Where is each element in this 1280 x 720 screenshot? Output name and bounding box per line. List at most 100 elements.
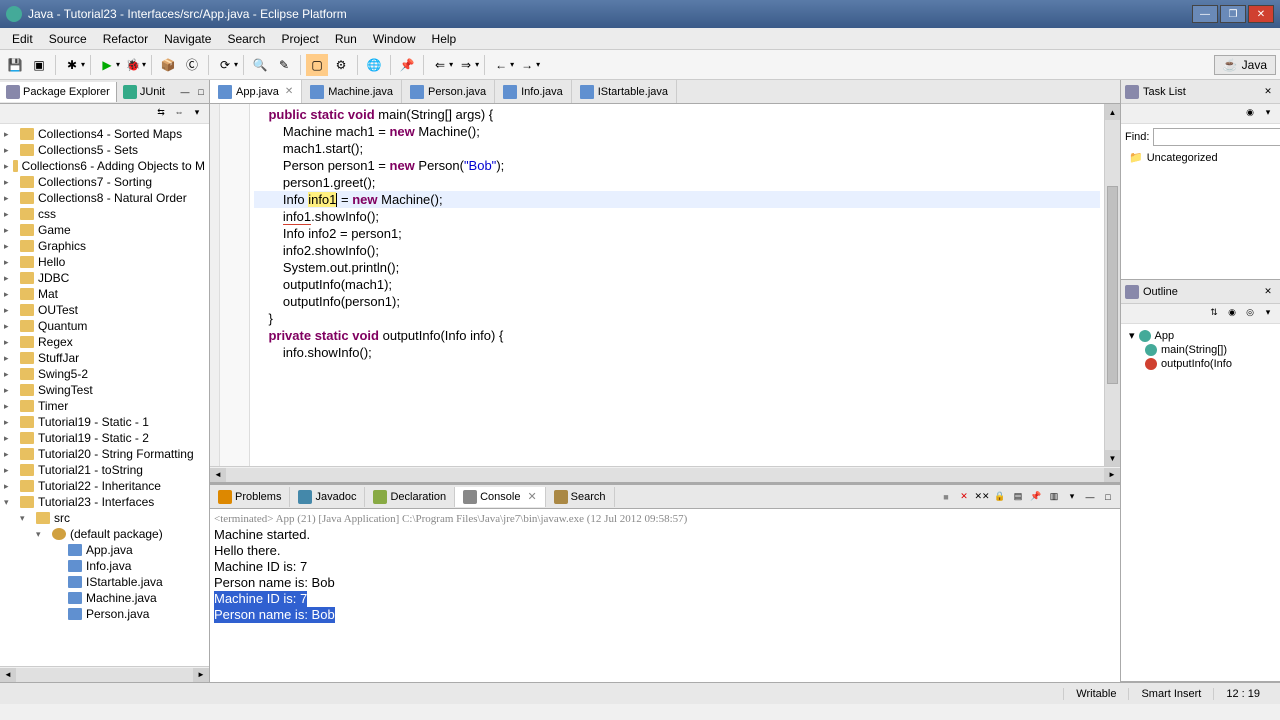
tree-item[interactable]: ▾src	[0, 510, 209, 526]
tree-item[interactable]: Machine.java	[0, 590, 209, 606]
editor-hscrollbar[interactable]: ◄►	[210, 466, 1120, 482]
bottom-tab-console[interactable]: Console✕	[455, 487, 546, 507]
outline-sort-icon[interactable]: ⇅	[1206, 304, 1222, 320]
tree-item[interactable]: ▸Collections4 - Sorted Maps	[0, 126, 209, 142]
tree-item[interactable]: IStartable.java	[0, 574, 209, 590]
menu-refactor[interactable]: Refactor	[95, 30, 156, 48]
perspective-java[interactable]: ☕ Java	[1214, 55, 1276, 75]
tab-package-explorer[interactable]: Package Explorer	[0, 82, 117, 102]
tree-item[interactable]: ▸Collections6 - Adding Objects to M	[0, 158, 209, 174]
remove-all-icon[interactable]: ✕✕	[974, 489, 990, 505]
tree-item[interactable]: ▸Tutorial19 - Static - 1	[0, 414, 209, 430]
editor-tab[interactable]: Info.java	[495, 80, 572, 103]
tab-junit[interactable]: JUnit	[117, 82, 171, 102]
close-button[interactable]: ✕	[1248, 5, 1274, 23]
outline-filter-icon[interactable]: ◉	[1224, 304, 1240, 320]
minimize-button[interactable]: —	[1192, 5, 1218, 23]
tree-item[interactable]: ▸Collections5 - Sets	[0, 142, 209, 158]
nav-fwd-icon[interactable]: ⇒	[455, 54, 477, 76]
menu-navigate[interactable]: Navigate	[156, 30, 219, 48]
bottom-tab-problems[interactable]: Problems	[210, 487, 290, 507]
save-all-icon[interactable]: ▣	[28, 54, 50, 76]
globe-icon[interactable]: 🌐	[363, 54, 385, 76]
tasklist-tb2[interactable]: ▾	[1260, 104, 1276, 120]
tree-item[interactable]: Person.java	[0, 606, 209, 622]
tree-item[interactable]: ▾(default package)	[0, 526, 209, 542]
maximize-button[interactable]: ❐	[1220, 5, 1246, 23]
editor-tab[interactable]: App.java✕	[210, 80, 302, 103]
menu-window[interactable]: Window	[365, 30, 424, 48]
back-icon[interactable]: ←	[490, 54, 512, 76]
close-tasklist-icon[interactable]: ✕	[1260, 84, 1276, 100]
vscrollbar[interactable]: ▲ ▼	[1104, 104, 1120, 466]
tree-item[interactable]: ▸Quantum	[0, 318, 209, 334]
tree-item[interactable]: ▸Swing5-2	[0, 366, 209, 382]
bottom-tab-javadoc[interactable]: Javadoc	[290, 487, 365, 507]
remove-icon[interactable]: ✕	[956, 489, 972, 505]
tree-item[interactable]: ▸SwingTest	[0, 382, 209, 398]
tree-item[interactable]: ▸StuffJar	[0, 350, 209, 366]
min-console-icon[interactable]: —	[1082, 489, 1098, 505]
new-package-icon[interactable]: 📦	[157, 54, 179, 76]
tree-item[interactable]: ▸css	[0, 206, 209, 222]
save-icon[interactable]: 💾	[4, 54, 26, 76]
minimize-panel-icon[interactable]: —	[177, 84, 193, 100]
terminate-icon[interactable]: ■	[938, 489, 954, 505]
new-class-icon[interactable]: Ⓒ	[181, 54, 203, 76]
pin-console-icon[interactable]: 📌	[1028, 489, 1044, 505]
project-tree[interactable]: ▸Collections4 - Sorted Maps▸Collections5…	[0, 124, 209, 666]
uncategorized-item[interactable]: 📁 Uncategorized	[1125, 150, 1276, 165]
tree-item[interactable]: ▸Tutorial22 - Inheritance	[0, 478, 209, 494]
open-console-icon[interactable]: ▾	[1064, 489, 1080, 505]
view-menu-icon[interactable]: ▾	[189, 104, 205, 120]
debug-icon[interactable]: 🐞	[122, 54, 144, 76]
link-icon[interactable]: ⚙	[330, 54, 352, 76]
editor-tab[interactable]: Person.java	[402, 80, 495, 103]
tree-item[interactable]: ▸Timer	[0, 398, 209, 414]
new-icon[interactable]: ✱	[61, 54, 83, 76]
tree-item[interactable]: ▸Game	[0, 222, 209, 238]
pin-icon[interactable]: 📌	[396, 54, 418, 76]
tree-item[interactable]: ▸Tutorial21 - toString	[0, 462, 209, 478]
tree-item[interactable]: ▸JDBC	[0, 270, 209, 286]
close-outline-icon[interactable]: ✕	[1260, 284, 1276, 300]
menu-project[interactable]: Project	[273, 30, 326, 48]
open-type-icon[interactable]: ⟳	[214, 54, 236, 76]
task-icon[interactable]: ▢	[306, 54, 328, 76]
code-area[interactable]: public static void main(String[] args) {…	[250, 104, 1104, 466]
outline-tree[interactable]: ▾Appmain(String[])outputInfo(Info	[1121, 324, 1280, 375]
outline-menu-icon[interactable]: ▾	[1260, 304, 1276, 320]
tree-item[interactable]: ▸Regex	[0, 334, 209, 350]
bottom-tab-search[interactable]: Search	[546, 487, 615, 507]
wand-icon[interactable]: ✎	[273, 54, 295, 76]
clear-console-icon[interactable]: ▤	[1010, 489, 1026, 505]
tree-item[interactable]: ▸Graphics	[0, 238, 209, 254]
tree-item[interactable]: ▸Collections8 - Natural Order	[0, 190, 209, 206]
tree-item[interactable]: ▸Tutorial19 - Static - 2	[0, 430, 209, 446]
tree-item[interactable]: App.java	[0, 542, 209, 558]
collapse-all-icon[interactable]: ⇆	[153, 104, 169, 120]
link-editor-icon[interactable]: ⇔	[171, 104, 187, 120]
search-icon[interactable]: 🔍	[249, 54, 271, 76]
menu-search[interactable]: Search	[219, 30, 273, 48]
tasklist-tb1[interactable]: ◉	[1242, 104, 1258, 120]
tree-item[interactable]: ▾Tutorial23 - Interfaces	[0, 494, 209, 510]
menu-run[interactable]: Run	[327, 30, 365, 48]
tree-item[interactable]: ▸Collections7 - Sorting	[0, 174, 209, 190]
outline-hide-icon[interactable]: ◎	[1242, 304, 1258, 320]
outline-item[interactable]: ▾App	[1125, 328, 1276, 343]
display-console-icon[interactable]: ▥	[1046, 489, 1062, 505]
tree-item[interactable]: ▸Hello	[0, 254, 209, 270]
scroll-lock-icon[interactable]: 🔒	[992, 489, 1008, 505]
find-input[interactable]	[1153, 128, 1280, 146]
fwd-icon[interactable]: →	[516, 54, 538, 76]
run-icon[interactable]: ▶	[96, 54, 118, 76]
editor-tab[interactable]: IStartable.java	[572, 80, 677, 103]
menu-edit[interactable]: Edit	[4, 30, 41, 48]
max-console-icon[interactable]: □	[1100, 489, 1116, 505]
folding-ruler[interactable]	[210, 104, 220, 466]
maximize-panel-icon[interactable]: □	[193, 84, 209, 100]
tree-item[interactable]: ▸OUTest	[0, 302, 209, 318]
tree-item[interactable]: Info.java	[0, 558, 209, 574]
menu-source[interactable]: Source	[41, 30, 95, 48]
